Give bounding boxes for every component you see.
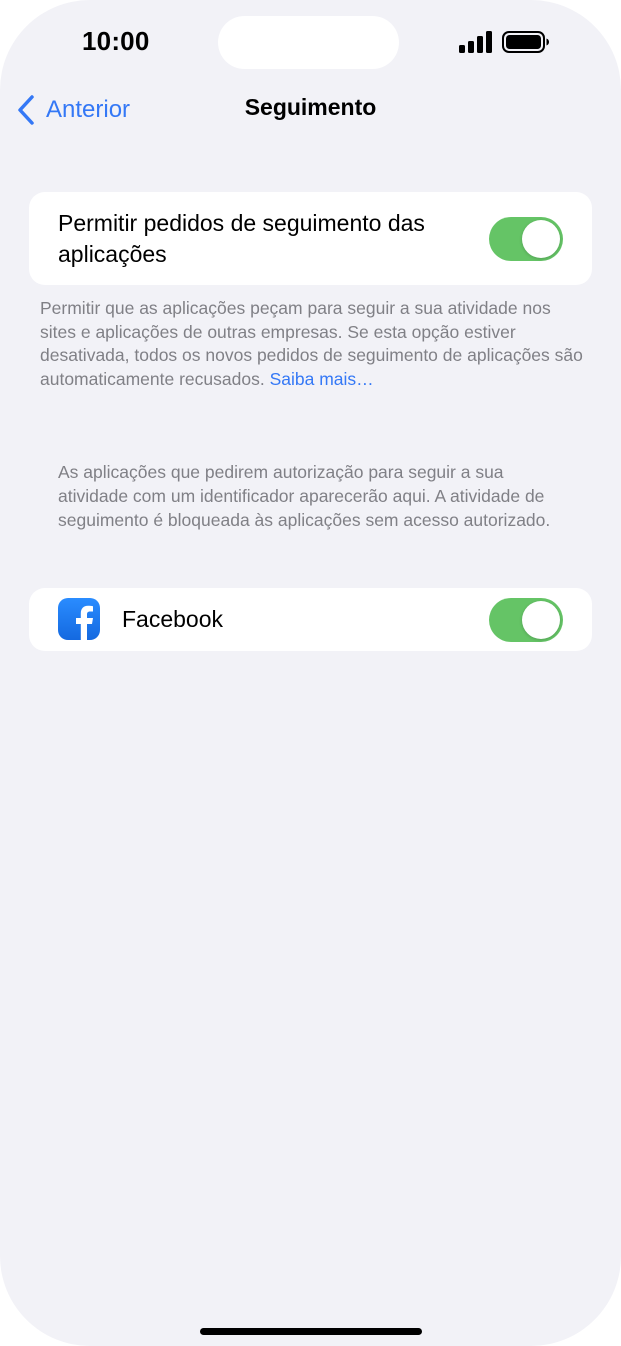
app-name: Facebook xyxy=(122,606,224,632)
page-title: Seguimento xyxy=(244,94,377,120)
toggle-knob xyxy=(522,601,560,639)
facebook-icon xyxy=(58,598,100,640)
allow-tracking-toggle[interactable] xyxy=(489,217,563,261)
toggle-knob xyxy=(522,220,560,258)
apps-list-card: Facebook xyxy=(29,588,592,651)
learn-more-link[interactable]: Saiba mais… xyxy=(270,369,374,389)
home-indicator[interactable] xyxy=(200,1328,422,1335)
phone-screen: 10:00 Anterior Seguimento Permitir pedid… xyxy=(0,0,621,1346)
status-time: 10:00 xyxy=(82,26,150,56)
apps-info-text: As aplicações que pedirem autorização pa… xyxy=(58,462,551,530)
dynamic-island xyxy=(218,16,399,69)
allow-tracking-footnote: Permitir que as aplicações peçam para se… xyxy=(40,297,585,391)
allow-tracking-card: Permitir pedidos de seguimento das aplic… xyxy=(29,192,592,285)
allow-tracking-label: Permitir pedidos de seguimento das aplic… xyxy=(58,210,425,267)
battery-icon xyxy=(502,31,549,53)
facebook-tracking-toggle[interactable] xyxy=(489,598,563,642)
cellular-signal-icon xyxy=(459,31,492,53)
